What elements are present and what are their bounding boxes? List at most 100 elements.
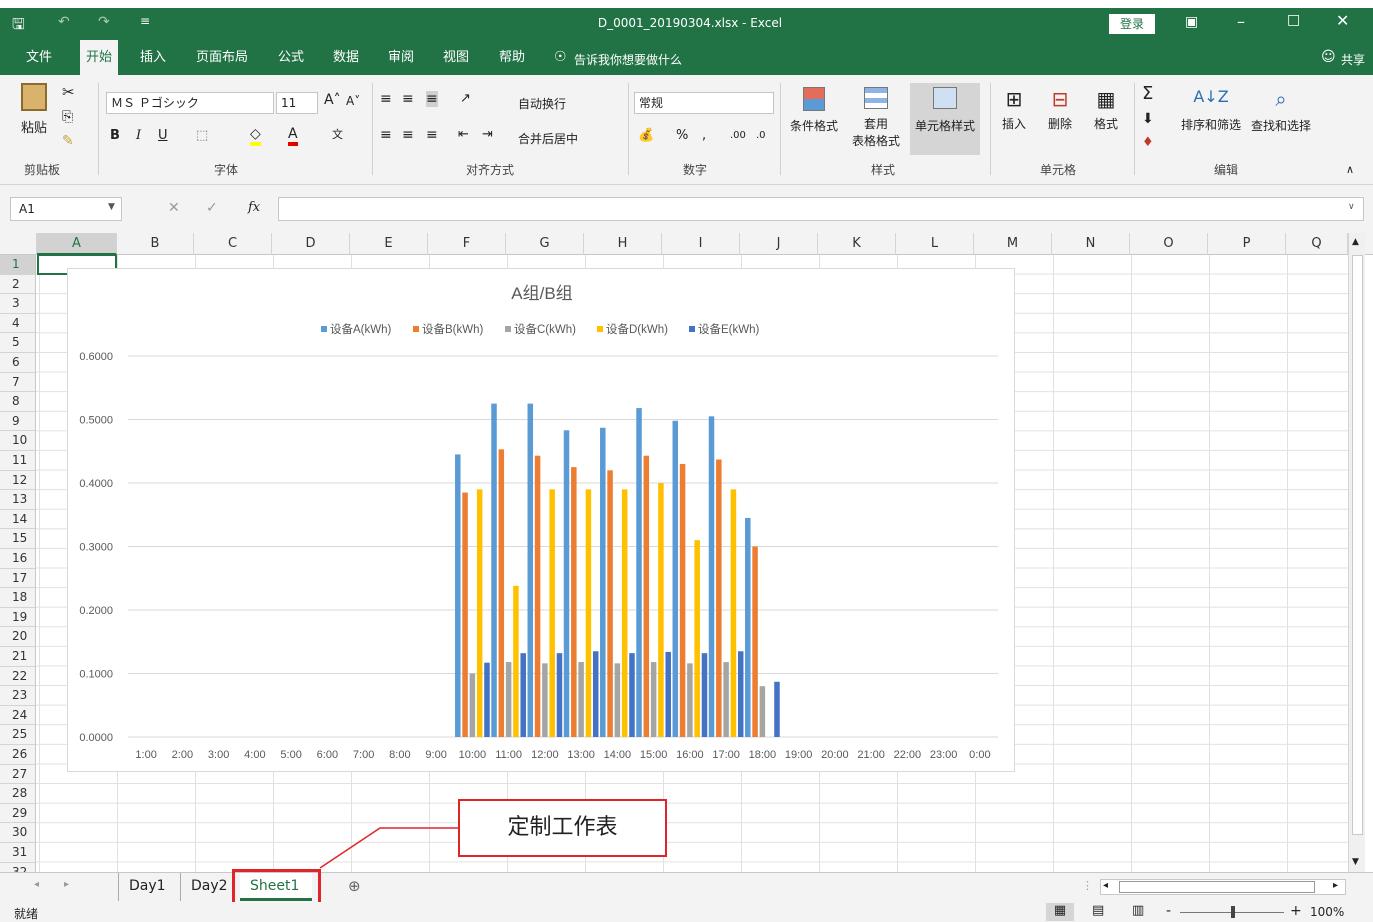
page-layout-view-icon[interactable]: ▤ (1092, 903, 1104, 918)
row-header[interactable]: 6 (0, 353, 35, 373)
horizontal-scroll-thumb[interactable] (1119, 881, 1315, 893)
increase-decimal-icon[interactable]: .00 (730, 130, 746, 141)
row-header[interactable]: 20 (0, 627, 35, 647)
tab-data[interactable]: 数据 (327, 40, 365, 75)
vertical-scroll-thumb[interactable] (1352, 255, 1363, 835)
copy-icon[interactable]: ⎘ (62, 109, 73, 125)
sheet-tab-day1[interactable]: Day1 (118, 873, 176, 901)
fill-icon[interactable]: ⬇ (1142, 111, 1154, 127)
tell-me-search[interactable]: 告诉我你想要做什么 (574, 51, 682, 68)
share-button[interactable]: 共享 (1341, 51, 1365, 68)
zoom-out-icon[interactable]: - (1166, 903, 1171, 919)
row-header[interactable]: 27 (0, 764, 35, 785)
column-header[interactable]: I (662, 233, 740, 255)
paste-button[interactable]: 粘贴 (18, 83, 50, 143)
column-header[interactable]: N (1052, 233, 1130, 255)
normal-view-icon[interactable]: ▦ (1046, 903, 1074, 921)
redo-icon[interactable]: ↷ (98, 14, 110, 30)
column-header[interactable]: P (1208, 233, 1286, 255)
sort-filter-button[interactable]: A↓Z 排序和筛选 (1176, 87, 1246, 133)
phonetic-icon[interactable]: 文 (332, 126, 343, 142)
decrease-indent-icon[interactable]: ⇤ (458, 127, 469, 142)
row-header[interactable]: 16 (0, 549, 35, 569)
align-right-icon[interactable]: ≡ (426, 127, 438, 143)
tab-page-layout[interactable]: 页面布局 (190, 40, 254, 75)
row-header[interactable]: 22 (0, 666, 35, 687)
cell-styles-button[interactable]: 单元格样式 (910, 83, 980, 155)
orientation-icon[interactable]: ↗ (460, 91, 471, 106)
row-header[interactable]: 11 (0, 451, 35, 471)
row-header[interactable]: 9 (0, 411, 35, 432)
column-header[interactable]: E (350, 233, 428, 255)
find-select-button[interactable]: ⌕ 查找和选择 (1246, 87, 1316, 134)
scroll-up-icon[interactable]: ▲ (1352, 237, 1359, 247)
zoom-slider-thumb[interactable] (1231, 906, 1235, 918)
add-sheet-icon[interactable]: ⊕ (348, 877, 361, 895)
select-all-corner[interactable] (0, 233, 37, 255)
row-header[interactable]: 21 (0, 647, 35, 667)
row-header[interactable]: 12 (0, 470, 35, 491)
fill-color-icon[interactable]: ◇ (250, 126, 261, 146)
bottom-align-icon[interactable]: ≡ (426, 91, 438, 107)
italic-icon[interactable]: I (136, 128, 141, 143)
column-header[interactable]: G (506, 233, 584, 255)
row-header[interactable]: 10 (0, 431, 35, 451)
sheet-tab-day2[interactable]: Day2 (180, 873, 238, 901)
format-cells-button[interactable]: ▦ 格式 (1088, 87, 1124, 132)
middle-align-icon[interactable]: ≡ (402, 91, 414, 107)
top-align-icon[interactable]: ≡ (380, 91, 392, 107)
row-header[interactable]: 14 (0, 509, 35, 530)
maximize-icon[interactable]: □ (1287, 12, 1300, 28)
comma-icon[interactable]: , (702, 128, 706, 143)
row-header[interactable]: 26 (0, 745, 35, 765)
tab-formulas[interactable]: 公式 (272, 40, 310, 75)
font-color-icon[interactable]: A (288, 126, 298, 146)
column-header[interactable]: C (194, 233, 272, 255)
collapse-ribbon-icon[interactable]: ∧ (1346, 163, 1354, 176)
tab-insert[interactable]: 插入 (134, 40, 172, 75)
row-header[interactable]: 28 (0, 784, 35, 804)
row-header[interactable]: 19 (0, 607, 35, 628)
undo-icon[interactable]: ↶ (58, 14, 70, 30)
column-header[interactable]: M (974, 233, 1052, 255)
column-header[interactable]: J (740, 233, 818, 255)
row-header[interactable]: 31 (0, 843, 35, 863)
column-header[interactable]: D (272, 233, 350, 255)
insert-function-icon[interactable]: fx (248, 200, 260, 215)
row-header[interactable]: 3 (0, 294, 35, 314)
cancel-icon[interactable]: ✕ (168, 200, 180, 216)
tab-home[interactable]: 开始 (80, 40, 119, 75)
row-header[interactable]: 17 (0, 568, 35, 589)
column-header[interactable]: A (37, 233, 117, 255)
tab-view[interactable]: 视图 (437, 40, 475, 75)
format-painter-icon[interactable]: ✎ (62, 133, 74, 149)
row-header[interactable]: 7 (0, 372, 35, 393)
increase-font-icon[interactable]: A˄ (324, 92, 341, 108)
percent-icon[interactable]: % (676, 128, 688, 143)
tab-help[interactable]: 帮助 (493, 40, 531, 75)
conditional-formatting-button[interactable]: 条件格式 (786, 87, 842, 134)
chart-area[interactable]: A组/B组 设备A(kWh) 设备B(kWh) 设备C(kWh) 设备D(kWh) 设备… (67, 268, 1015, 772)
page-break-view-icon[interactable]: ▥ (1132, 903, 1144, 918)
underline-icon[interactable]: U (158, 128, 168, 143)
row-header[interactable]: 13 (0, 490, 35, 510)
row-header[interactable]: 24 (0, 705, 35, 726)
bold-icon[interactable]: B (110, 128, 120, 143)
enter-icon[interactable]: ✓ (206, 200, 218, 216)
login-button[interactable]: 登录 (1109, 14, 1155, 34)
column-header[interactable]: L (896, 233, 974, 255)
font-name-select[interactable]: ＭＳ Ｐゴシック (106, 92, 274, 114)
merge-center-button[interactable]: 合并后居中 (518, 130, 578, 147)
vertical-scrollbar[interactable]: ▲ ▼ (1348, 233, 1365, 872)
hscroll-right-icon[interactable]: ▸ (1333, 880, 1338, 891)
horizontal-scrollbar[interactable]: ◂ ▸ (1100, 879, 1346, 895)
column-header[interactable]: Q (1286, 233, 1348, 255)
minimize-icon[interactable]: – (1237, 12, 1245, 31)
row-header[interactable]: 2 (0, 274, 35, 295)
column-header[interactable]: F (428, 233, 506, 255)
row-header[interactable]: 25 (0, 725, 35, 745)
row-header[interactable]: 5 (0, 333, 35, 353)
delete-cells-button[interactable]: ⊟ 删除 (1042, 87, 1078, 132)
row-header[interactable]: 29 (0, 803, 35, 824)
row-header[interactable]: 15 (0, 529, 35, 549)
